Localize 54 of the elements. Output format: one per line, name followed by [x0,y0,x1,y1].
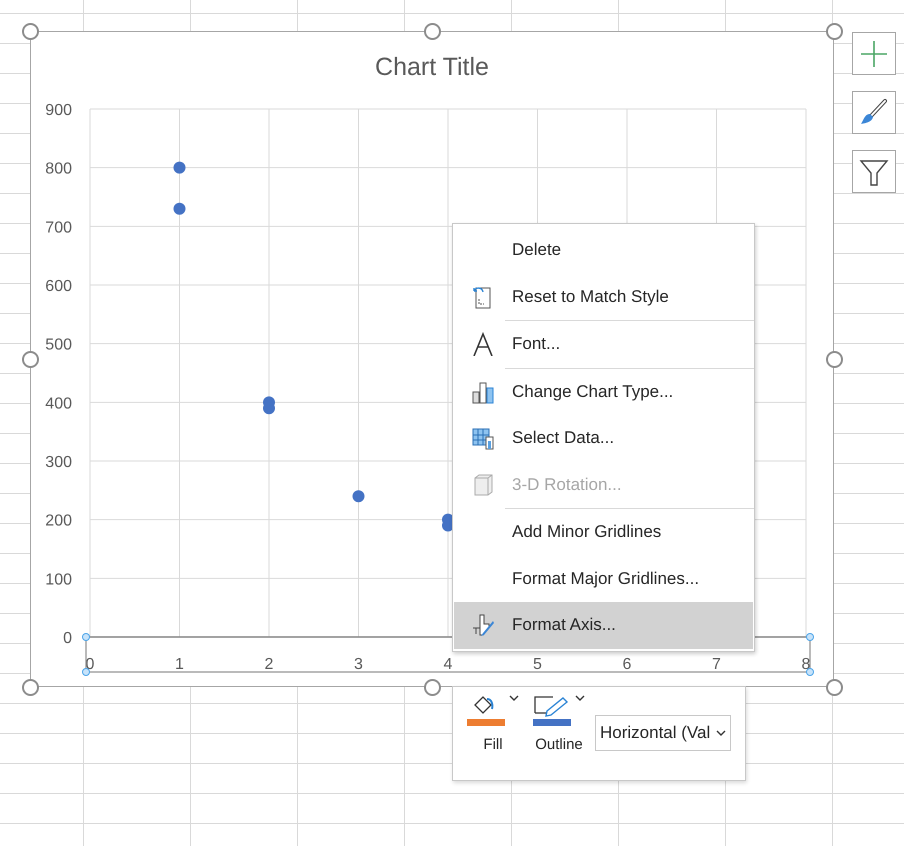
chart-elements-button[interactable] [852,32,896,75]
caret-icon [575,695,585,701]
fill-button[interactable]: Fill [463,687,523,753]
axis-label: 100 [45,571,72,588]
data-point [352,490,364,502]
axis-label: 0 [86,656,94,673]
chart-title: Chart Title [375,53,489,81]
menu-item[interactable]: Format Major Gridlines... [454,556,753,602]
axis-label: 3 [354,656,363,673]
menu-item[interactable]: Change Chart Type... [454,368,753,415]
axis-label: 200 [45,512,72,530]
data-point [174,202,186,215]
resize-handle[interactable] [22,351,39,368]
caret-icon [509,695,519,701]
resize-handle[interactable] [424,23,441,40]
fill-color-icon [467,695,505,726]
resize-handle[interactable] [424,679,441,696]
resize-handle[interactable] [22,679,39,696]
menu-item[interactable]: Select Data... [454,415,753,462]
chart-element-dropdown[interactable]: Horizontal (Val [595,715,732,751]
chart-styles-button[interactable] [852,91,896,134]
axis-label: 5 [533,656,542,673]
axis-label: 600 [45,278,72,295]
outline-color-icon [533,695,571,726]
caret-icon [716,730,726,736]
axis-label: 2 [264,656,274,673]
resize-handle[interactable] [826,351,843,368]
axis-label: 7 [712,656,721,673]
axis-label: 500 [45,336,72,354]
bar-chart-icon [471,380,495,404]
font-icon [471,332,495,356]
menu-item[interactable]: Font... [454,321,753,368]
format-brush-icon [471,613,495,638]
axis-label: 300 [45,454,72,471]
axis-label: 900 [45,102,72,119]
menu-item[interactable]: Add Minor Gridlines [454,509,753,556]
menu-item[interactable]: Format Axis... [454,602,753,648]
axis-label: 400 [45,395,72,412]
axis-label: 0 [63,630,72,647]
data-point [263,402,275,414]
menu-item[interactable]: Delete [454,227,753,274]
resize-handle[interactable] [826,679,843,696]
axis-label: 800 [45,160,72,178]
outline-button[interactable]: Outline [529,687,589,753]
menu-item[interactable]: Reset to Match Style [454,274,753,320]
table-data-icon [471,426,495,450]
axis-label: 6 [622,656,632,673]
chart-filters-button[interactable] [852,150,896,193]
resize-handle[interactable] [826,23,843,40]
resize-handle[interactable] [22,23,39,40]
axis-label: 1 [175,656,184,673]
axis-label: 700 [45,219,72,236]
axis-label: 4 [444,656,452,673]
axis-label: 8 [802,656,810,673]
